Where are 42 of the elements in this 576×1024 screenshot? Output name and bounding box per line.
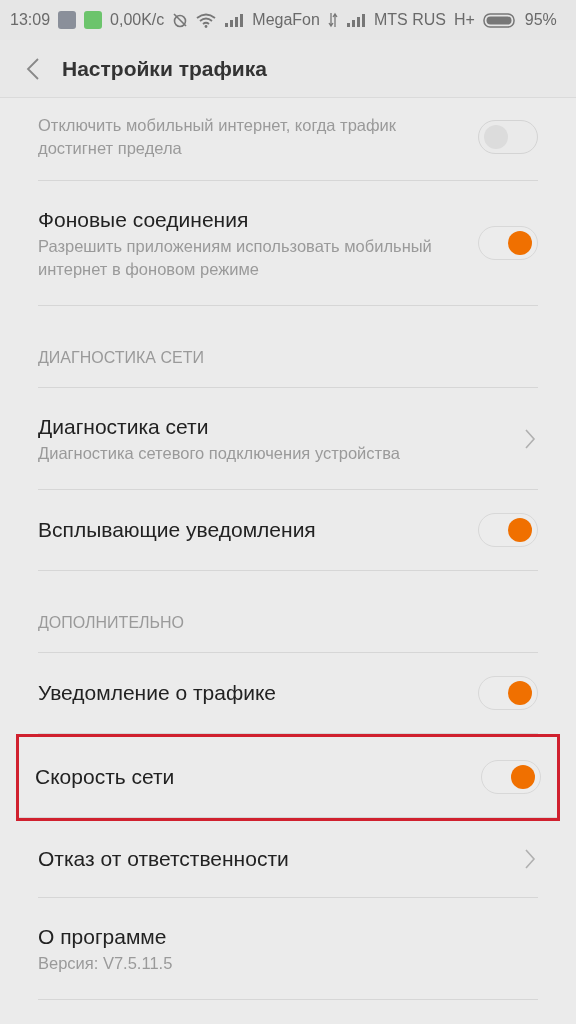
battery-icon <box>482 12 517 28</box>
chevron-right-icon <box>524 427 536 450</box>
setting-title: Диагностика сети <box>38 414 210 440</box>
network-type: H+ <box>453 10 475 30</box>
network-speed: 0,00K/c <box>110 10 165 30</box>
settings-row[interactable]: Диагностика сети Диагностика сетевого подключения устройства <box>0 388 576 490</box>
page-title: Настройки трафика <box>62 55 267 82</box>
setting-title: Фоновые соединения <box>38 207 250 233</box>
setting-title: Отказ от ответственности <box>38 846 290 872</box>
setting-description: Диагностика сетевого подключения устройства <box>38 443 401 464</box>
setting-title: Всплывающие уведомления <box>38 517 317 543</box>
carrier-name: MTS RUS <box>373 10 446 30</box>
setting-title: О программе <box>38 924 168 950</box>
alarm-off-icon <box>172 12 189 28</box>
signal-icon <box>224 13 245 27</box>
toggle-switch[interactable] <box>481 760 541 794</box>
setting-description: Отключить мобильный интернет, когда трафик достигнет предела <box>38 115 398 159</box>
settings-row[interactable]: О программе Версия: V7.5.11.5 <box>0 898 576 1000</box>
data-arrows-icon <box>327 12 338 28</box>
toggle-switch[interactable] <box>478 513 538 547</box>
section-header: ДИАГНОСТИКА СЕТИ <box>38 349 204 366</box>
app-icon <box>84 11 103 29</box>
setting-description: Версия: V7.5.11.5 <box>38 953 174 974</box>
carrier-name: MegaFon <box>252 10 320 30</box>
toggle-switch[interactable] <box>478 676 538 710</box>
clock: 13:09 <box>10 10 51 30</box>
setting-title: Уведомление о трафике <box>38 680 278 706</box>
section-header: ДОПОЛНИТЕЛЬНО <box>38 614 185 631</box>
toggle-switch[interactable] <box>478 226 538 260</box>
signal-icon <box>345 13 366 27</box>
wifi-icon <box>196 12 217 28</box>
settings-row[interactable]: Всплывающие уведомления <box>0 490 576 571</box>
chevron-right-icon <box>524 848 536 870</box>
settings-row[interactable]: Фоновые соединения Разрешить приложениям использовать мобильный интернет в фоновом режиме <box>0 181 576 306</box>
settings-row[interactable]: Уведомление о трафике <box>0 653 576 734</box>
setting-title: Скорость сети <box>35 764 176 790</box>
battery-level: 95% <box>524 10 557 30</box>
back-icon[interactable] <box>26 56 40 81</box>
settings-row[interactable]: Скорость сети <box>16 734 560 821</box>
app-icon <box>58 11 77 29</box>
settings-row[interactable]: Отказ от ответственности <box>0 821 576 898</box>
setting-description: Разрешить приложениям использовать мобильный интернет в фоновом режиме <box>38 236 433 280</box>
